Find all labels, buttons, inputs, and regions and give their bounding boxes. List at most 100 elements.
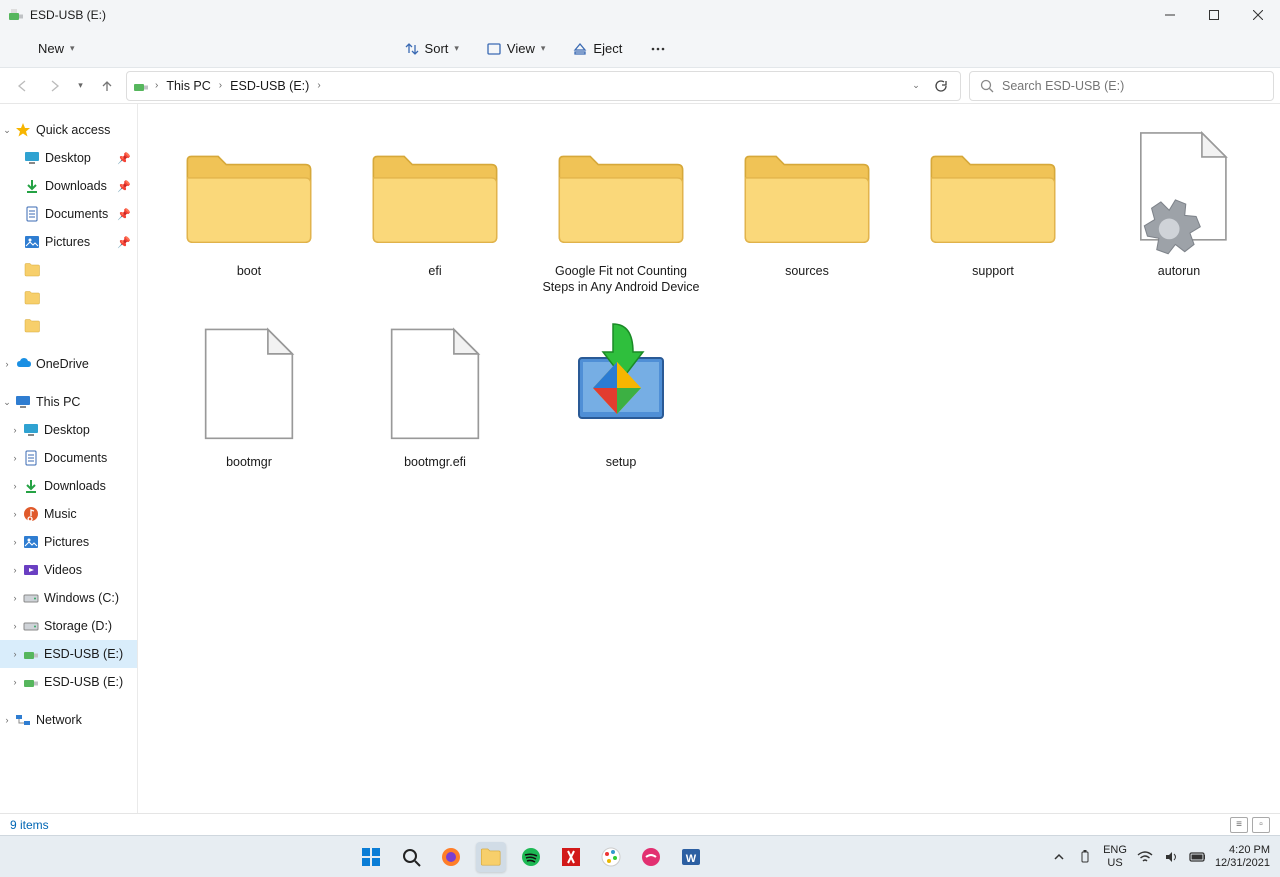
sidebar-item-label: Pictures [45, 235, 90, 249]
word-taskbar-icon[interactable]: W [676, 842, 706, 872]
folder-item[interactable]: support [900, 122, 1086, 299]
icons-view-button[interactable]: ▫ [1252, 817, 1270, 833]
language-indicator-bottom[interactable]: US [1103, 857, 1127, 869]
refresh-button[interactable] [934, 79, 954, 93]
folder-item[interactable]: efi [342, 122, 528, 299]
sidebar-pc-item[interactable]: ›Music [0, 500, 137, 528]
search-icon [980, 79, 994, 93]
usb-tray-icon[interactable] [1077, 849, 1093, 865]
expand-icon[interactable]: › [9, 481, 21, 491]
network-icon [15, 712, 31, 728]
file-item[interactable]: bootmgr [156, 313, 342, 475]
more-button[interactable] [642, 37, 674, 61]
sidebar-pc-item[interactable]: ›Desktop [0, 416, 137, 444]
paint-taskbar-icon[interactable] [596, 842, 626, 872]
folder-icon [551, 126, 691, 262]
sidebar-pc-item[interactable]: ›Videos [0, 556, 137, 584]
recent-locations-button[interactable]: ▾ [74, 74, 87, 98]
expand-icon[interactable]: › [9, 537, 21, 547]
view-button[interactable]: View▾ [479, 36, 553, 61]
sidebar-quick-item[interactable]: Documents📌 [0, 200, 137, 228]
back-button[interactable] [12, 74, 35, 98]
search-input[interactable] [1002, 79, 1263, 93]
search-taskbar-button[interactable] [396, 842, 426, 872]
expand-icon[interactable]: › [9, 565, 21, 575]
expand-icon[interactable]: › [9, 453, 21, 463]
desktop-icon [24, 150, 40, 166]
file-label: bootmgr.efi [404, 455, 466, 471]
language-indicator-top[interactable]: ENG [1103, 844, 1127, 856]
search-box[interactable] [969, 71, 1274, 101]
collapse-icon[interactable]: ⌄ [1, 125, 13, 136]
sidebar-quick-item[interactable] [0, 312, 137, 340]
sidebar-quick-item[interactable]: Downloads📌 [0, 172, 137, 200]
folder-item[interactable]: sources [714, 122, 900, 299]
explorer-taskbar-icon[interactable] [476, 842, 506, 872]
battery-icon[interactable] [1189, 849, 1205, 865]
breadcrumb-this-pc[interactable]: This PC [164, 77, 212, 95]
expand-icon[interactable]: › [9, 425, 21, 435]
sidebar-pc-item[interactable]: ›ESD-USB (E:) [0, 668, 137, 696]
details-view-button[interactable]: ≡ [1230, 817, 1248, 833]
start-button[interactable] [356, 842, 386, 872]
sidebar-pc-item[interactable]: ›ESD-USB (E:) [0, 640, 137, 668]
file-label: boot [237, 264, 261, 280]
sidebar-quick-item[interactable] [0, 256, 137, 284]
sidebar-pc-item[interactable]: ›Downloads [0, 472, 137, 500]
firefox-taskbar-icon[interactable] [436, 842, 466, 872]
folder-item[interactable]: Google Fit not Counting Steps in Any And… [528, 122, 714, 299]
eject-button[interactable]: Eject [565, 36, 630, 61]
breadcrumb-current[interactable]: ESD-USB (E:) [228, 77, 311, 95]
sidebar-network[interactable]: › Network [0, 706, 137, 734]
address-dropdown-button[interactable]: ⌄ [906, 80, 926, 91]
sidebar-quick-item[interactable]: Desktop📌 [0, 144, 137, 172]
expand-icon[interactable]: › [9, 649, 21, 659]
expand-icon[interactable]: › [1, 715, 13, 725]
sidebar-pc-item[interactable]: ›Pictures [0, 528, 137, 556]
expand-icon[interactable]: › [9, 677, 21, 687]
sidebar-quick-item[interactable]: Pictures📌 [0, 228, 137, 256]
up-button[interactable] [95, 74, 118, 98]
spotify-taskbar-icon[interactable] [516, 842, 546, 872]
sidebar-onedrive[interactable]: › OneDrive [0, 350, 137, 378]
taskbar[interactable]: W ENG US 4:20 PM 12/31/2021 [0, 835, 1280, 877]
wifi-icon[interactable] [1137, 849, 1153, 865]
expand-icon[interactable]: › [9, 509, 21, 519]
sidebar-pc-item[interactable]: ›Storage (D:) [0, 612, 137, 640]
address-bar[interactable]: › This PC › ESD-USB (E:) › ⌄ [126, 71, 961, 101]
file-item[interactable]: autorun [1086, 122, 1272, 299]
app-pink-taskbar-icon[interactable] [636, 842, 666, 872]
sort-button[interactable]: Sort▾ [397, 36, 467, 61]
app-red-taskbar-icon[interactable] [556, 842, 586, 872]
command-bar: New▾ Sort▾ View▾ Eject [0, 30, 1280, 68]
sidebar-this-pc[interactable]: ⌄ This PC [0, 388, 137, 416]
sidebar-quick-access[interactable]: ⌄ Quick access [0, 116, 137, 144]
expand-icon[interactable]: › [1, 359, 13, 369]
sidebar-quick-item[interactable] [0, 284, 137, 312]
volume-icon[interactable] [1163, 849, 1179, 865]
clock[interactable]: 4:20 PM 12/31/2021 [1215, 844, 1270, 869]
expand-icon[interactable]: › [9, 593, 21, 603]
sidebar-pc-item[interactable]: ›Documents [0, 444, 137, 472]
navigation-pane[interactable]: ⌄ Quick access Desktop📌Downloads📌Documen… [0, 104, 138, 813]
folder-icon [24, 318, 40, 334]
file-item[interactable]: bootmgr.efi [342, 313, 528, 475]
videos-icon [23, 562, 39, 578]
tray-overflow-button[interactable] [1051, 849, 1067, 865]
file-list[interactable]: boot efi Google Fit not Counting Steps in … [138, 104, 1280, 813]
expand-icon[interactable]: › [9, 621, 21, 631]
minimize-button[interactable] [1148, 0, 1192, 30]
svg-text:W: W [685, 853, 696, 865]
new-button[interactable]: New▾ [26, 36, 87, 61]
desktop-icon [23, 422, 39, 438]
file-item[interactable]: setup [528, 313, 714, 475]
collapse-icon[interactable]: ⌄ [1, 397, 13, 408]
forward-button[interactable] [43, 74, 66, 98]
sidebar-pc-item[interactable]: ›Windows (C:) [0, 584, 137, 612]
folder-item[interactable]: boot [156, 122, 342, 299]
file-label: Google Fit not Counting Steps in Any And… [541, 264, 701, 295]
maximize-button[interactable] [1192, 0, 1236, 30]
blankfile-icon [365, 317, 505, 453]
close-button[interactable] [1236, 0, 1280, 30]
more-icon [650, 42, 666, 56]
